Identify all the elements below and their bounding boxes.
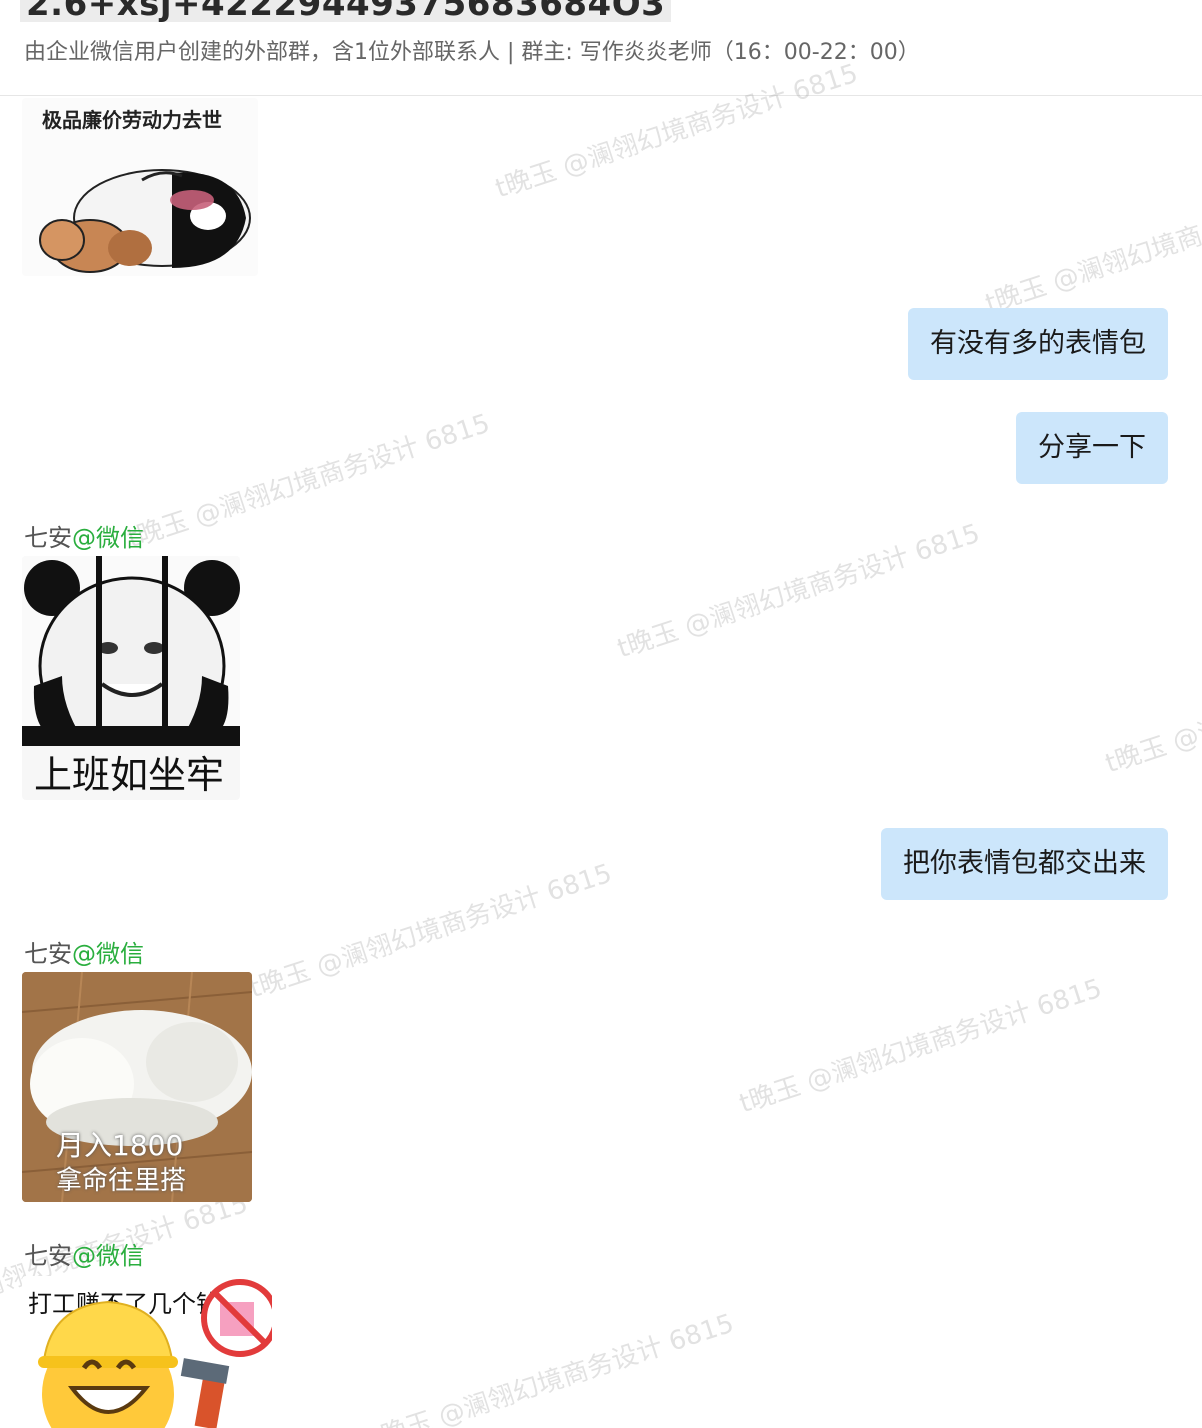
sender-org: @微信 [72, 524, 144, 552]
worker-emoji-icon [38, 1279, 272, 1428]
sticker-caption: 上班如坐牢 [34, 753, 225, 797]
sender-label: 七安@微信 [24, 1236, 144, 1271]
group-description: 由企业微信用户创建的外部群，含1位外部联系人 | 群主: 写作炎炎老师（16：0… [24, 40, 920, 65]
sender-name: 七安 [24, 1242, 72, 1270]
chat-page: 2.6+xsj+42229449375683684O3 由企业微信用户创建的外部… [0, 0, 1202, 1428]
sleeping-panda-icon [39, 169, 251, 273]
sticker-image[interactable]: 上班如坐牢 [22, 556, 240, 800]
chat-header: 2.6+xsj+42229449375683684O3 由企业微信用户创建的外部… [0, 0, 1202, 96]
outgoing-message[interactable]: 把你表情包都交出来 [881, 828, 1168, 900]
sticker-image[interactable]: 月入1800 拿命往里搭 [22, 972, 252, 1202]
sender-org: @微信 [72, 940, 144, 968]
sender-label: 七安@微信 [24, 934, 144, 969]
watermark: t晚玉 @澜翎幻境商务设计 6815 [367, 1308, 738, 1428]
sticker-caption-line1: 月入1800 [56, 1129, 184, 1162]
outgoing-message[interactable]: 有没有多的表情包 [908, 308, 1168, 380]
sender-name: 七安 [24, 940, 72, 968]
watermark: t晚玉 @澜翎幻境商务设计 6815 [981, 174, 1202, 320]
sender-org: @微信 [72, 1242, 144, 1270]
sticker-image[interactable]: 打工赚不了几个钱 [22, 1276, 272, 1428]
outgoing-message[interactable]: 分享一下 [1016, 412, 1168, 484]
sticker-caption-line2: 拿命往里搭 [56, 1166, 187, 1196]
sender-name: 七安 [24, 524, 72, 552]
watermark: t晚玉 @澜翎幻境商务设计 6815 [245, 858, 616, 1005]
watermark: t晚玉 @澜翎幻境商务设计 6815 [123, 408, 494, 555]
group-title[interactable]: 2.6+xsj+42229449375683684O3 [20, 0, 672, 22]
panda-jail-icon [22, 556, 240, 746]
watermark: t晚玉 @澜翎幻境商务设计 6815 [1101, 634, 1202, 780]
watermark: t晚玉 @澜翎幻境商务设计 6815 [613, 518, 984, 665]
sticker-image[interactable]: 极品廉价劳动力去世 [22, 98, 258, 276]
watermark: t晚玉 @澜翎幻境商务设计 6815 [735, 973, 1106, 1120]
sender-label: 七安@微信 [24, 518, 144, 553]
